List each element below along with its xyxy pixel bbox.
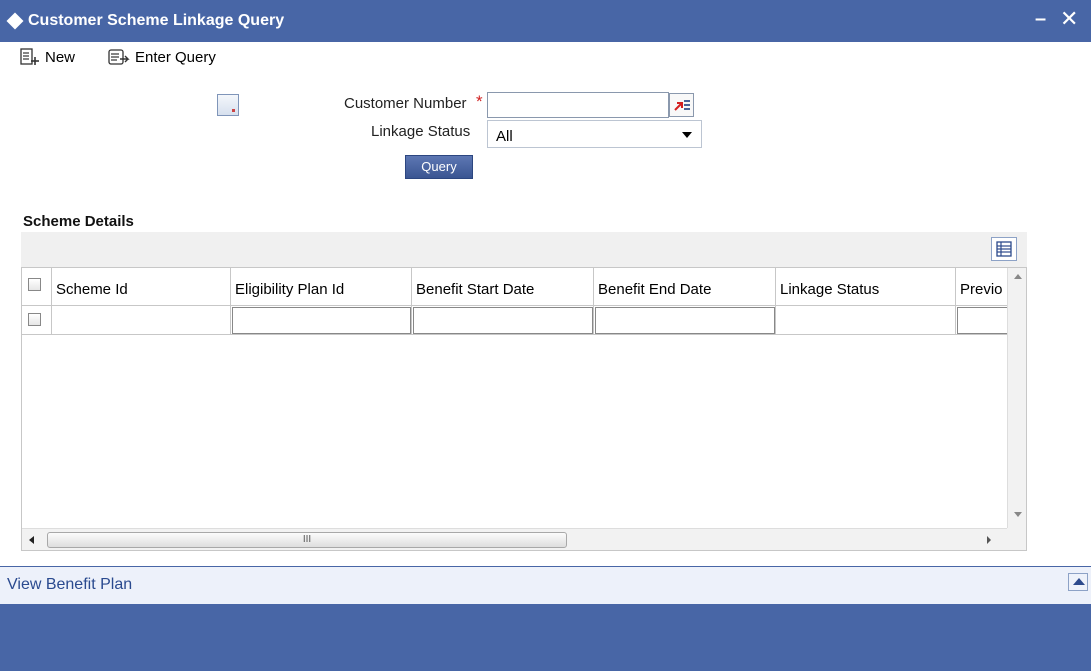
cell-scheme-id <box>52 306 231 335</box>
column-scheme-id[interactable]: Scheme Id <box>52 268 231 306</box>
window-title: Customer Scheme Linkage Query <box>28 12 285 29</box>
table-row <box>22 306 1017 335</box>
query-button[interactable]: Query <box>405 155 473 179</box>
benefit-start-date-input[interactable] <box>413 307 593 334</box>
new-button-label: New <box>45 48 76 66</box>
grid-header-row: Scheme Id Eligibility Plan Id Benefit St… <box>22 268 1007 306</box>
scheme-details-title: Scheme Details <box>23 213 134 230</box>
list-view-icon <box>996 241 1012 257</box>
window-title-bar: Customer Scheme Linkage Query – ✕ <box>0 0 1091 42</box>
enter-query-icon <box>108 49 130 65</box>
minimize-button[interactable]: – <box>1035 8 1046 31</box>
enter-query-label: Enter Query <box>135 48 216 66</box>
diamond-icon <box>6 12 24 30</box>
customer-number-lov-button[interactable] <box>669 93 694 117</box>
toolbar: New Enter Query <box>0 42 1091 72</box>
collapse-up-icon[interactable] <box>1068 573 1088 591</box>
row-select-cell <box>22 306 52 335</box>
footer-bar <box>0 567 1091 604</box>
column-eligibility-plan-id[interactable]: Eligibility Plan Id <box>231 268 412 306</box>
eligibility-plan-id-input[interactable] <box>232 307 411 334</box>
linkage-status-value: All <box>496 128 513 145</box>
scroll-up-icon[interactable] <box>1014 274 1022 279</box>
horizontal-scrollbar[interactable]: III <box>22 528 1007 550</box>
footer-panel <box>0 604 1091 671</box>
new-button[interactable]: New <box>20 46 75 68</box>
row-checkbox[interactable] <box>28 313 41 326</box>
cell-benefit-start-date <box>412 306 594 335</box>
column-previous[interactable]: Previo <box>956 268 1007 306</box>
cell-linkage-status <box>776 306 956 335</box>
customer-number-label: Customer Number <box>344 95 467 112</box>
vertical-scrollbar[interactable] <box>1007 268 1026 528</box>
close-button[interactable]: ✕ <box>1060 6 1078 32</box>
form-view-icon[interactable] <box>217 94 239 116</box>
linkage-status-label: Linkage Status <box>371 123 471 140</box>
scroll-down-icon[interactable] <box>1014 512 1022 517</box>
horizontal-scroll-thumb[interactable]: III <box>47 532 567 548</box>
column-benefit-start-date[interactable]: Benefit Start Date <box>412 268 594 306</box>
grid-header-select-cell <box>22 268 52 306</box>
benefit-end-date-input[interactable] <box>595 307 775 334</box>
new-document-icon <box>20 48 39 65</box>
required-indicator: * <box>476 92 483 111</box>
enter-query-button[interactable]: Enter Query <box>108 46 216 68</box>
cell-previous <box>956 306 1017 335</box>
column-benefit-end-date[interactable]: Benefit End Date <box>594 268 776 306</box>
view-benefit-plan-link[interactable]: View Benefit Plan <box>7 576 132 594</box>
scrollbar-corner <box>1007 528 1026 550</box>
cell-benefit-end-date <box>594 306 776 335</box>
column-linkage-status[interactable]: Linkage Status <box>776 268 956 306</box>
linkage-status-select[interactable]: All <box>487 120 702 148</box>
cell-eligibility-plan-id <box>231 306 412 335</box>
scroll-right-icon[interactable] <box>987 536 991 544</box>
scheme-details-grid: Scheme Id Eligibility Plan Id Benefit St… <box>21 267 1027 551</box>
dropdown-arrow-icon <box>682 132 692 138</box>
list-of-values-icon <box>674 100 690 111</box>
grid-view-icon[interactable] <box>991 237 1017 261</box>
select-all-checkbox[interactable] <box>28 278 41 291</box>
grid-toolbar <box>21 232 1027 267</box>
customer-number-input[interactable] <box>487 92 669 118</box>
scroll-left-icon[interactable] <box>29 536 34 544</box>
